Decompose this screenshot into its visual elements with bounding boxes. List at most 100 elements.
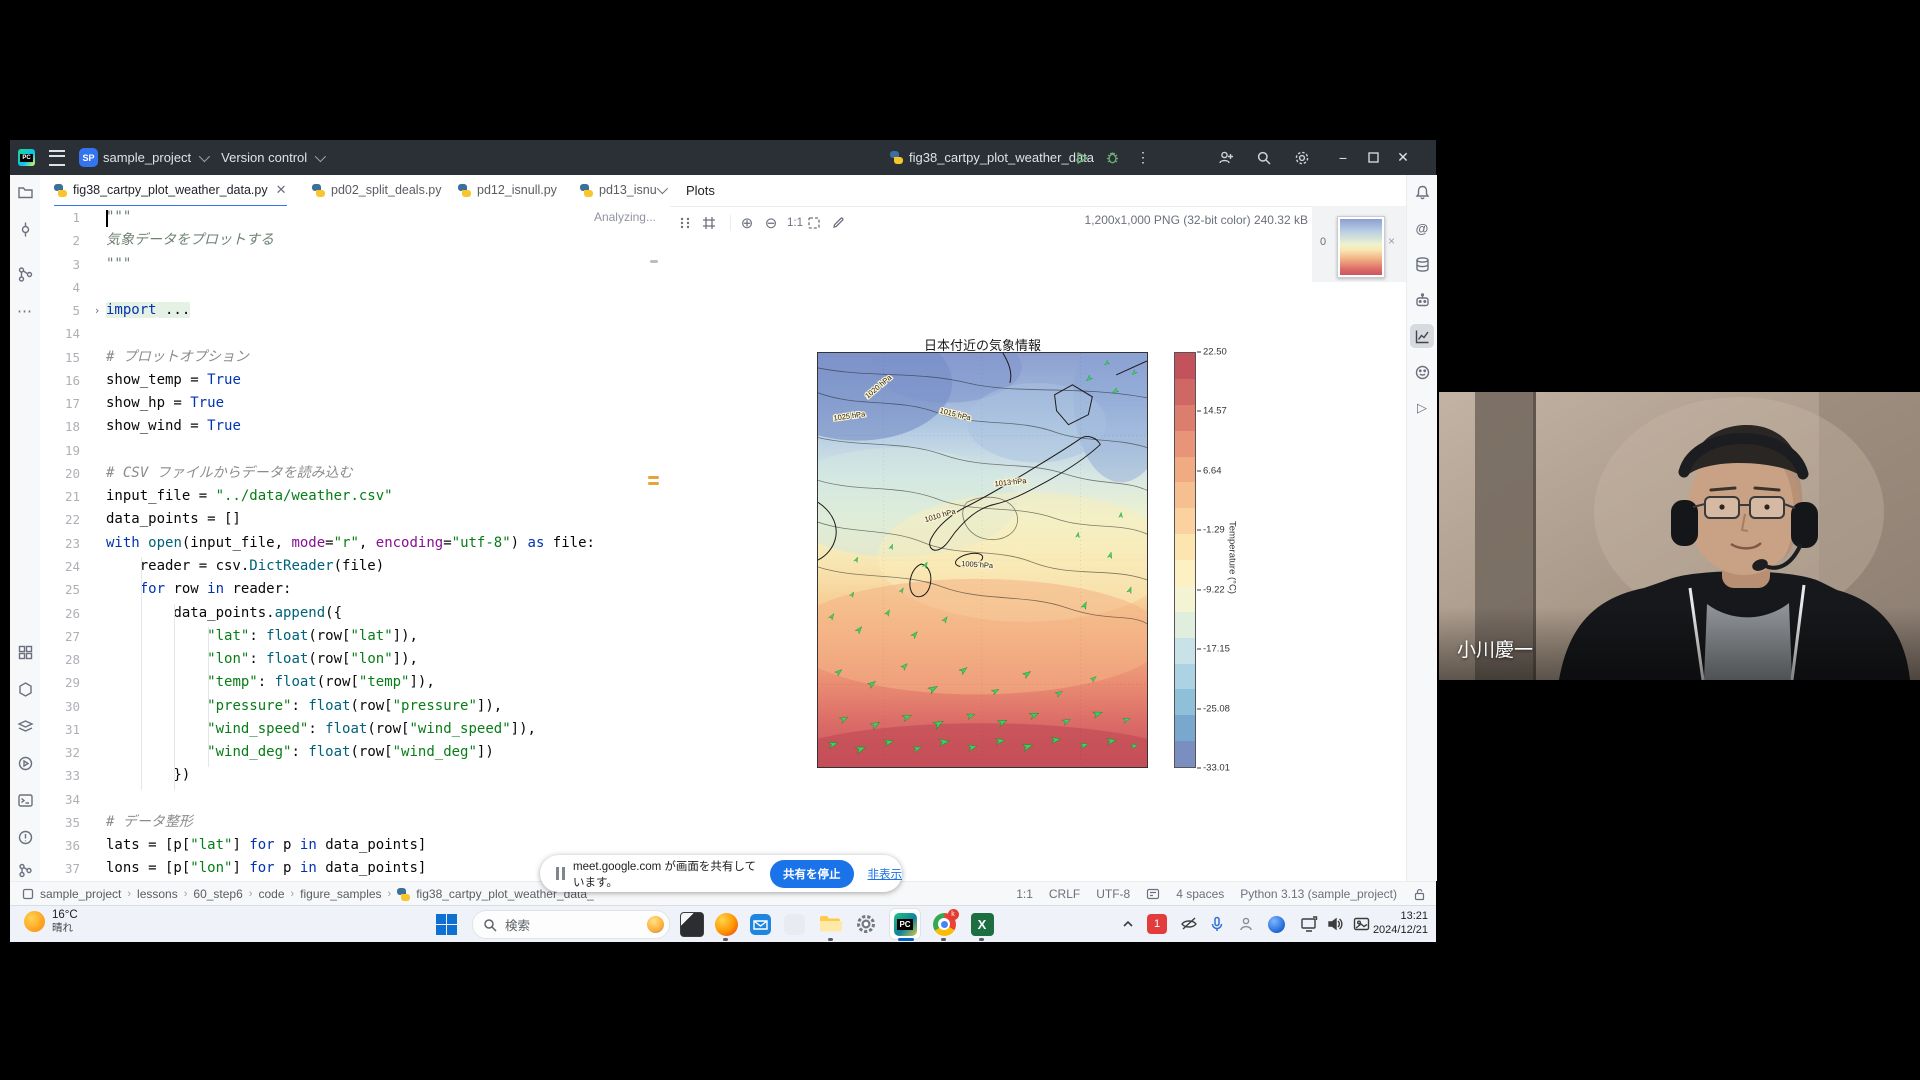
python-packages-tool-icon[interactable] <box>13 714 37 738</box>
services-tool-icon[interactable] <box>13 677 37 701</box>
plots-panel-header[interactable]: Plots <box>670 175 1406 207</box>
code-line[interactable]: 23with open(input_file, mode="r", encodi… <box>40 532 670 555</box>
minimize-button[interactable]: − <box>1328 140 1358 175</box>
tray-cast-display[interactable] <box>1297 912 1321 936</box>
code-line[interactable]: 20# CSV ファイルからデータを読み込む <box>40 462 670 485</box>
run-button[interactable] <box>1075 151 1089 165</box>
code-line[interactable]: 28 "lon": float(row["lon"]), <box>40 648 670 671</box>
breadcrumb-item[interactable]: lessons <box>137 887 178 901</box>
code-line[interactable]: 33 }) <box>40 764 670 787</box>
plot-thumbnail[interactable] <box>1337 216 1385 278</box>
breadcrumb-item[interactable]: 60_step6 <box>193 887 242 901</box>
structure-tool-icon[interactable] <box>13 262 37 286</box>
code-line[interactable]: 25 for row in reader: <box>40 578 670 601</box>
ai-chat-robot-icon[interactable] <box>1410 288 1434 312</box>
taskbar-store[interactable] <box>782 912 806 936</box>
code-line[interactable]: 22data_points = [] <box>40 508 670 531</box>
unlock-icon[interactable] <box>1413 888 1426 901</box>
edit-pencil-icon[interactable] <box>831 216 855 230</box>
vcs-tool-icon[interactable] <box>13 858 37 882</box>
line-ending[interactable]: CRLF <box>1049 887 1080 901</box>
tab-pd02[interactable]: pd02_split_deals.py <box>312 175 442 205</box>
stop-sharing-button[interactable]: 共有を停止 <box>770 860 854 888</box>
code-line[interactable]: 18show_wind = True <box>40 415 670 438</box>
scrollbar-change-mark[interactable] <box>648 482 659 485</box>
python-interpreter[interactable]: Python 3.13 (sample_project) <box>1240 887 1397 901</box>
change-layout-icon[interactable] <box>678 216 702 230</box>
search-everywhere-button[interactable] <box>1256 150 1272 166</box>
main-menu-button[interactable] <box>49 150 65 166</box>
code-line[interactable]: 14 <box>40 322 670 345</box>
zoom-in-icon[interactable]: ⊕ <box>735 214 759 232</box>
code-line[interactable]: 32 "wind_deg": float(row["wind_deg"]) <box>40 741 670 764</box>
code-line[interactable]: 24 reader = csv.DictReader(file) <box>40 555 670 578</box>
run-anything-icon[interactable]: ▷ <box>1410 396 1434 420</box>
breadcrumb-item[interactable]: code <box>258 887 284 901</box>
scrollbar-mark[interactable] <box>650 260 658 263</box>
code-line[interactable]: 17show_hp = True <box>40 392 670 415</box>
close-tab-icon[interactable]: ✕ <box>276 182 287 198</box>
database-icon[interactable] <box>1410 252 1434 276</box>
breadcrumb-item[interactable]: sample_project <box>40 887 121 901</box>
code-editor[interactable]: 1"""2気象データをプロットする3"""45›import ...1415# … <box>40 206 670 881</box>
hidden-tabs-chevron-icon[interactable] <box>657 183 668 194</box>
taskbar-settings[interactable] <box>854 912 878 936</box>
thumbnail-close-icon[interactable]: × <box>1388 234 1395 248</box>
tray-privacy-eye[interactable] <box>1177 912 1201 936</box>
code-line[interactable]: 2気象データをプロットする <box>40 229 670 252</box>
code-line[interactable]: 26 data_points.append({ <box>40 602 670 625</box>
build-tool-icon[interactable] <box>13 640 37 664</box>
start-button[interactable] <box>434 912 458 936</box>
crop-frame-icon[interactable] <box>702 216 726 230</box>
scrollbar-change-mark[interactable] <box>648 476 659 479</box>
taskbar-excel[interactable]: X <box>970 912 994 936</box>
taskbar-mail[interactable] <box>748 912 772 936</box>
code-line[interactable]: 27 "lat": float(row["lat"]), <box>40 625 670 648</box>
close-button[interactable]: ✕ <box>1388 140 1418 175</box>
code-line[interactable]: 36lats = [p["lat"] for p in data_points] <box>40 834 670 857</box>
tray-calendar-badge[interactable]: 1 <box>1145 912 1169 936</box>
more-tools-icon[interactable]: ⋯ <box>13 299 37 323</box>
taskbar-weather-widget[interactable]: 16°C 晴れ <box>24 909 78 934</box>
taskbar-search[interactable]: 検索 <box>472 910 670 939</box>
code-line[interactable]: 21input_file = "../data/weather.csv" <box>40 485 670 508</box>
maximize-button[interactable] <box>1358 140 1388 175</box>
code-line[interactable]: 16show_temp = True <box>40 369 670 392</box>
taskbar-pycharm-active[interactable]: PC <box>890 909 920 939</box>
notifications-bell-icon[interactable] <box>1410 180 1434 204</box>
ai-assistant-icon[interactable]: @ <box>1410 216 1434 240</box>
tab-fig38[interactable]: fig38_cartpy_plot_weather_data.py ✕ <box>54 175 287 208</box>
taskbar-app-dark[interactable] <box>680 912 704 936</box>
breadcrumb-item[interactable]: figure_samples <box>300 887 381 901</box>
code-line[interactable]: 4 <box>40 276 670 299</box>
plots-tool-icon[interactable] <box>1410 324 1434 348</box>
code-line[interactable]: 19 <box>40 439 670 462</box>
zoom-actual-size-button[interactable]: 1:1 <box>783 217 807 229</box>
project-selector[interactable]: SP sample_project <box>79 148 207 167</box>
problems-tool-icon[interactable] <box>13 825 37 849</box>
tray-photos[interactable] <box>1349 912 1373 936</box>
code-line[interactable]: 29 "temp": float(row["temp"]), <box>40 671 670 694</box>
breadcrumb[interactable]: sample_project›lessons›60_step6›code›fig… <box>22 887 594 901</box>
file-encoding[interactable]: UTF-8 <box>1096 887 1130 901</box>
code-line[interactable]: 35# データ整形 <box>40 811 670 834</box>
code-line[interactable]: 31 "wind_speed": float(row["wind_speed"]… <box>40 718 670 741</box>
hide-banner-link[interactable]: 非表示 <box>868 866 903 882</box>
code-line[interactable]: 15# プロットオプション <box>40 346 670 369</box>
tray-microphone[interactable] <box>1205 912 1229 936</box>
tray-speaker[interactable] <box>1323 912 1347 936</box>
settings-button[interactable] <box>1294 150 1310 166</box>
taskbar-firefox[interactable] <box>714 912 738 936</box>
taskbar-chrome[interactable]: k <box>932 912 956 936</box>
code-line[interactable]: 1""" <box>40 206 670 229</box>
commit-tool-icon[interactable] <box>13 217 37 241</box>
terminal-tool-icon[interactable] <box>13 788 37 812</box>
code-line[interactable]: 30 "pressure": float(row["pressure"]), <box>40 695 670 718</box>
taskbar-explorer[interactable] <box>818 912 842 936</box>
version-control-menu[interactable]: Version control <box>221 150 323 165</box>
run-tool-icon[interactable] <box>13 751 37 775</box>
code-with-me-button[interactable] <box>1218 150 1234 166</box>
tab-pd12[interactable]: pd12_isnull.py <box>458 175 557 205</box>
code-line[interactable]: 5›import ... <box>40 299 670 322</box>
project-tool-icon[interactable] <box>13 180 37 204</box>
